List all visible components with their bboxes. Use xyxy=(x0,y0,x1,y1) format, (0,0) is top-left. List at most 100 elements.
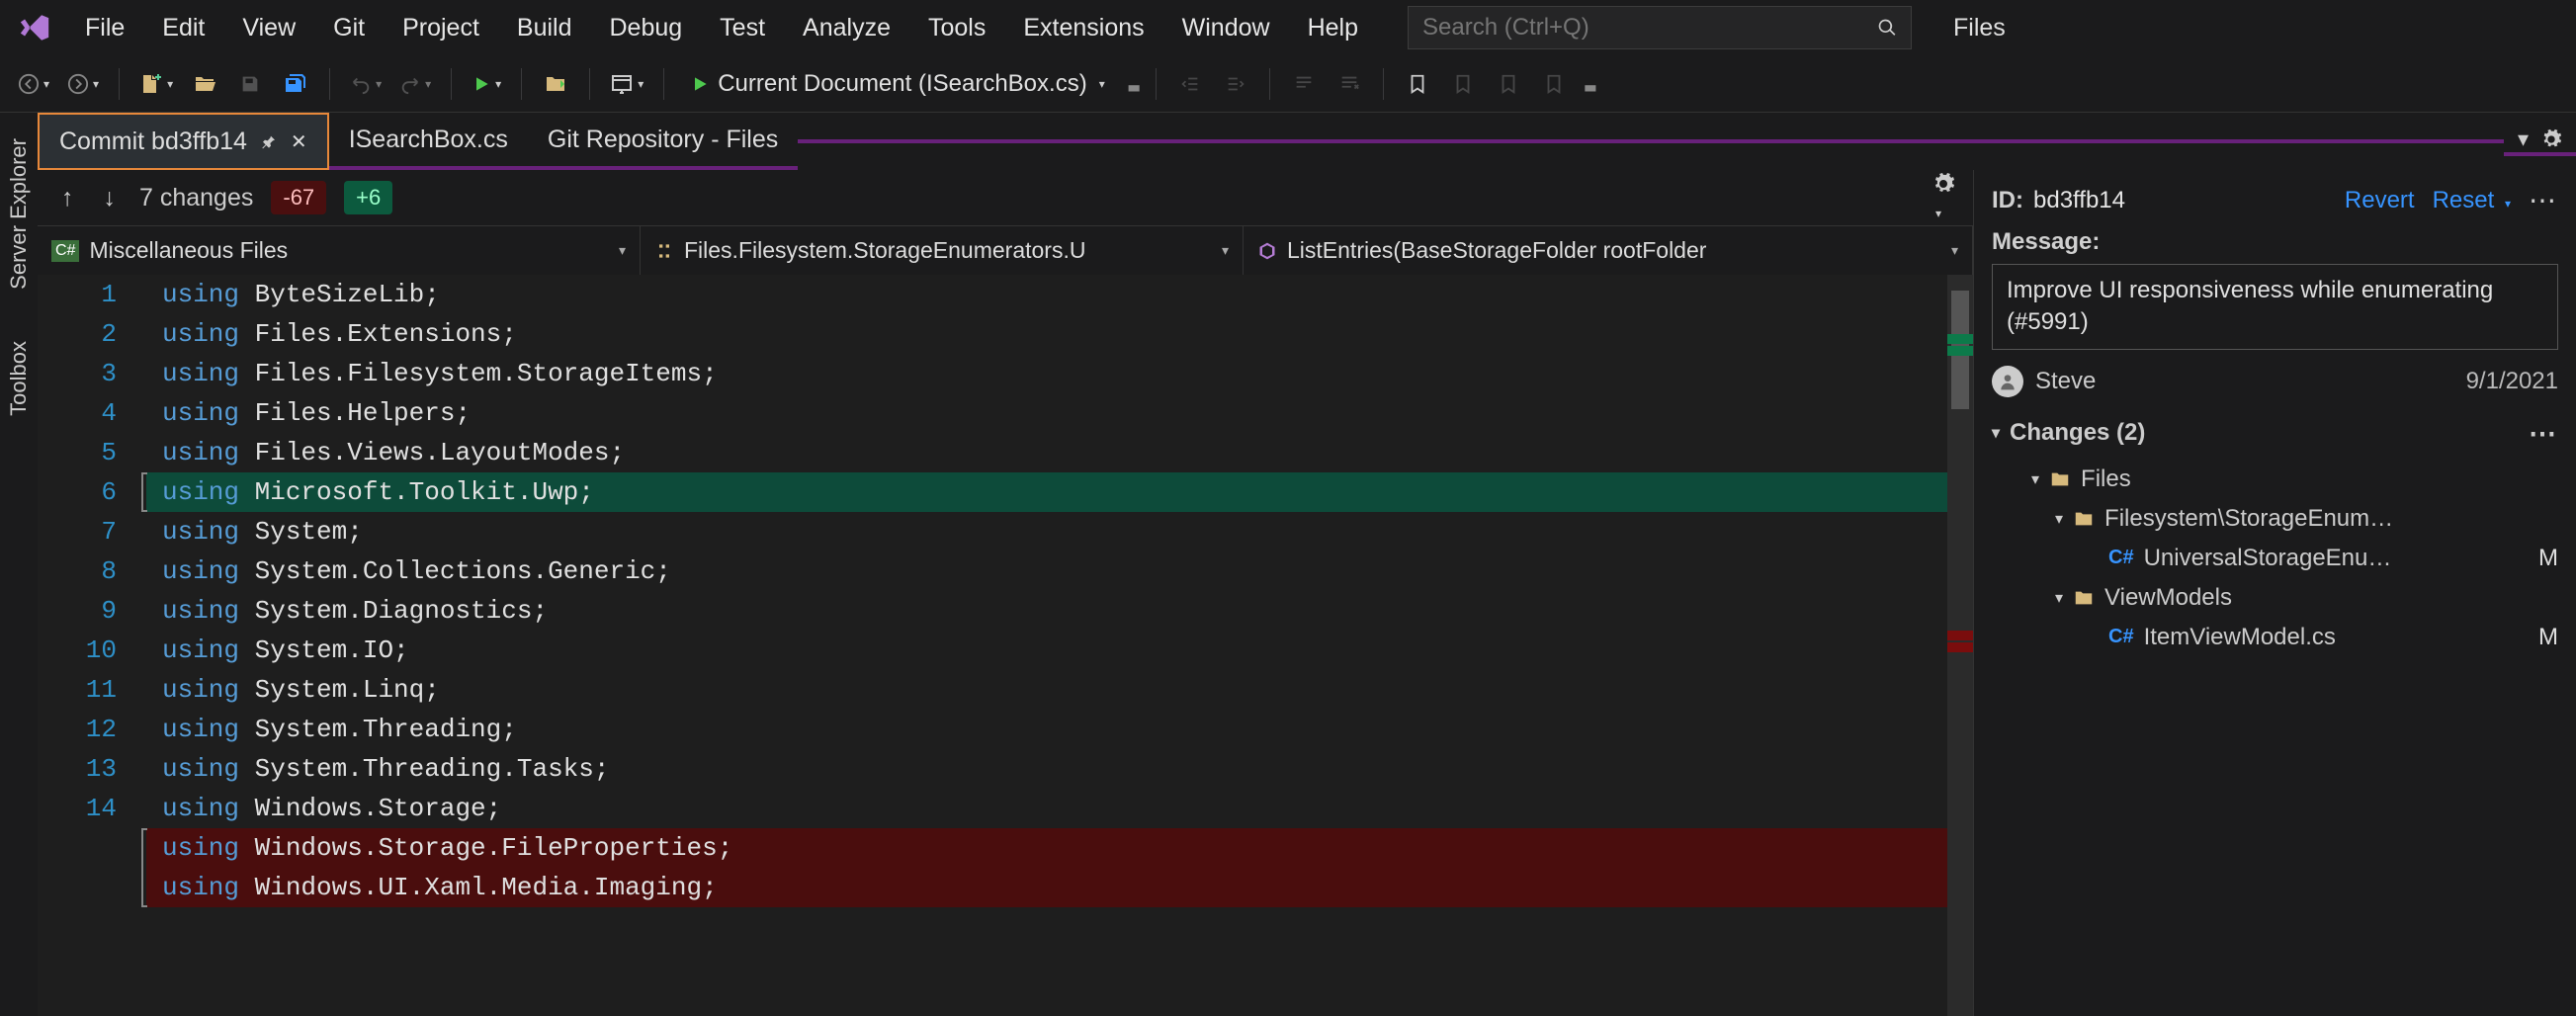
code-line[interactable]: using Files.Filesystem.StorageItems; xyxy=(146,354,1947,393)
code-line[interactable]: using System.Threading.Tasks; xyxy=(146,749,1947,789)
changes-section-header[interactable]: Changes (2) xyxy=(2010,419,2145,447)
tab-isearchbox-label: ISearchBox.cs xyxy=(349,126,508,154)
tab-git-repo[interactable]: Git Repository - Files xyxy=(528,113,798,170)
uncomment-button[interactable] xyxy=(1331,66,1367,102)
diff-settings-icon[interactable]: ▾ xyxy=(1932,172,1955,224)
chevron-down-icon: ▾ xyxy=(2055,588,2063,608)
menu-test[interactable]: Test xyxy=(702,6,783,50)
code-line[interactable]: using Windows.Storage.FileProperties; xyxy=(146,828,1947,868)
indent-button[interactable] xyxy=(1218,66,1253,102)
type-dropdown[interactable]: Files.Filesystem.StorageEnumerators.U ▾ xyxy=(641,226,1244,275)
search-input[interactable] xyxy=(1422,14,1877,42)
bookmark-toggle-button[interactable] xyxy=(1400,66,1435,102)
code-line[interactable]: using System.Linq; xyxy=(146,670,1947,710)
comment-button[interactable] xyxy=(1286,66,1322,102)
code-line[interactable]: using System; xyxy=(146,512,1947,551)
tree-folder-filesystem[interactable]: ▾ Filesystem\StorageEnum… xyxy=(1998,499,2558,539)
new-item-button[interactable]: ▾ xyxy=(135,66,177,102)
changes-summary-bar: ↑ ↓ 7 changes -67 +6 ▾ xyxy=(38,170,1973,225)
solution-name: Files xyxy=(1953,14,2006,42)
reset-button[interactable]: Reset ▾ xyxy=(2433,187,2511,214)
code-line[interactable]: using System.Diagnostics; xyxy=(146,591,1947,631)
start-debug-button[interactable]: ▾ xyxy=(468,66,505,102)
collapse-guide-icon xyxy=(141,828,147,907)
tab-commit[interactable]: Commit bd3ffb14 ✕ xyxy=(38,113,329,170)
tree-file-itemviewmodel[interactable]: C# ItemViewModel.cs M xyxy=(1998,618,2558,657)
folder-icon xyxy=(2049,468,2071,490)
commit-message-label: Message: xyxy=(1992,228,2558,256)
nav-back-button[interactable]: ▾ xyxy=(14,66,53,102)
save-button[interactable] xyxy=(232,66,268,102)
code-line[interactable]: using Files.Helpers; xyxy=(146,393,1947,433)
additions-badge: +6 xyxy=(344,181,392,214)
bookmark-prev-button[interactable] xyxy=(1445,66,1481,102)
menu-project[interactable]: Project xyxy=(385,6,497,50)
next-change-button[interactable]: ↓ xyxy=(98,180,123,216)
menu-view[interactable]: View xyxy=(224,6,313,50)
revert-button[interactable]: Revert xyxy=(2345,187,2415,214)
member-dropdown[interactable]: ListEntries(BaseStorageFolder rootFolder… xyxy=(1244,226,1973,275)
menu-git[interactable]: Git xyxy=(315,6,383,50)
member-dropdown-label: ListEntries(BaseStorageFolder rootFolder xyxy=(1287,237,1706,264)
code-line[interactable]: using Windows.Storage; xyxy=(146,789,1947,828)
search-box[interactable] xyxy=(1408,6,1912,49)
more-actions-button[interactable]: ⋯ xyxy=(2529,184,2558,216)
code-line[interactable]: using Windows.UI.Xaml.Media.Imaging; xyxy=(146,868,1947,907)
settings-gear-icon[interactable] xyxy=(2540,128,2562,150)
tree-folder-viewmodels[interactable]: ▾ ViewModels xyxy=(1998,578,2558,618)
chevron-down-icon: ▾ xyxy=(2055,509,2063,529)
tree-folder-label: Filesystem\StorageEnum… xyxy=(2104,505,2393,533)
commit-id-label: ID: xyxy=(1992,187,2023,214)
type-dropdown-label: Files.Filesystem.StorageEnumerators.U xyxy=(684,237,1085,264)
save-all-button[interactable] xyxy=(278,66,313,102)
bookmark-next-button[interactable] xyxy=(1491,66,1526,102)
nav-forward-button[interactable]: ▾ xyxy=(63,66,103,102)
code-editor[interactable]: 1234567891011121314 using ByteSizeLib;us… xyxy=(38,275,1947,1016)
tree-folder-root[interactable]: ▾ Files xyxy=(1998,460,2558,499)
code-line[interactable]: using Files.Extensions; xyxy=(146,314,1947,354)
code-line[interactable]: using Files.Views.LayoutModes; xyxy=(146,433,1947,472)
redo-button[interactable]: ▾ xyxy=(395,66,435,102)
changes-more-button[interactable]: ⋯ xyxy=(2529,417,2558,450)
code-line[interactable]: using System.Threading; xyxy=(146,710,1947,749)
folder-button[interactable] xyxy=(538,66,573,102)
menu-window[interactable]: Window xyxy=(1164,6,1288,50)
commit-date: 9/1/2021 xyxy=(2466,368,2558,395)
pin-icon[interactable] xyxy=(261,133,277,149)
commit-author: Steve xyxy=(2035,368,2096,395)
menu-edit[interactable]: Edit xyxy=(144,6,222,50)
bookmark-clear-button[interactable] xyxy=(1536,66,1572,102)
browser-link-button[interactable]: ▾ xyxy=(606,66,647,102)
open-file-button[interactable] xyxy=(187,66,222,102)
side-tab-toolbox[interactable]: Toolbox xyxy=(4,335,34,422)
commit-message-box[interactable]: Improve UI responsiveness while enumerat… xyxy=(1992,264,2558,350)
menu-build[interactable]: Build xyxy=(499,6,590,50)
menu-help[interactable]: Help xyxy=(1290,6,1376,50)
menu-extensions[interactable]: Extensions xyxy=(1005,6,1161,50)
code-line[interactable]: using System.IO; xyxy=(146,631,1947,670)
menubar: File Edit View Git Project Build Debug T… xyxy=(0,0,2576,55)
close-icon[interactable]: ✕ xyxy=(291,129,307,154)
menu-tools[interactable]: Tools xyxy=(910,6,1003,50)
menu-analyze[interactable]: Analyze xyxy=(785,6,908,50)
code-line[interactable]: using ByteSizeLib; xyxy=(146,275,1947,314)
code-line[interactable]: using System.Collections.Generic; xyxy=(146,551,1947,591)
menu-debug[interactable]: Debug xyxy=(592,6,701,50)
undo-button[interactable]: ▾ xyxy=(346,66,386,102)
tab-isearchbox[interactable]: ISearchBox.cs xyxy=(329,113,528,170)
collapse-guide-icon xyxy=(141,472,147,512)
project-dropdown[interactable]: C# Miscellaneous Files ▾ xyxy=(38,226,641,275)
prev-change-button[interactable]: ↑ xyxy=(55,180,80,216)
menu-file[interactable]: File xyxy=(67,6,142,50)
vertical-scrollbar[interactable] xyxy=(1947,275,1973,1016)
outdent-button[interactable] xyxy=(1172,66,1208,102)
tree-folder-label: ViewModels xyxy=(2104,584,2232,612)
current-document-scope[interactable]: Current Document (ISearchBox.cs) ▾ xyxy=(680,70,1115,98)
code-line[interactable]: using Microsoft.Toolkit.Uwp; xyxy=(146,472,1947,512)
tree-file-universal[interactable]: C# UniversalStorageEnu… M xyxy=(1998,539,2558,578)
chevron-down-icon[interactable]: ▾ xyxy=(1992,423,2000,443)
tab-dropdown-icon[interactable]: ▾ xyxy=(2518,127,2529,152)
commit-id-value: bd3ffb14 xyxy=(2033,187,2125,214)
scroll-marker-deleted xyxy=(1947,642,1973,652)
side-tab-server-explorer[interactable]: Server Explorer xyxy=(4,132,34,296)
